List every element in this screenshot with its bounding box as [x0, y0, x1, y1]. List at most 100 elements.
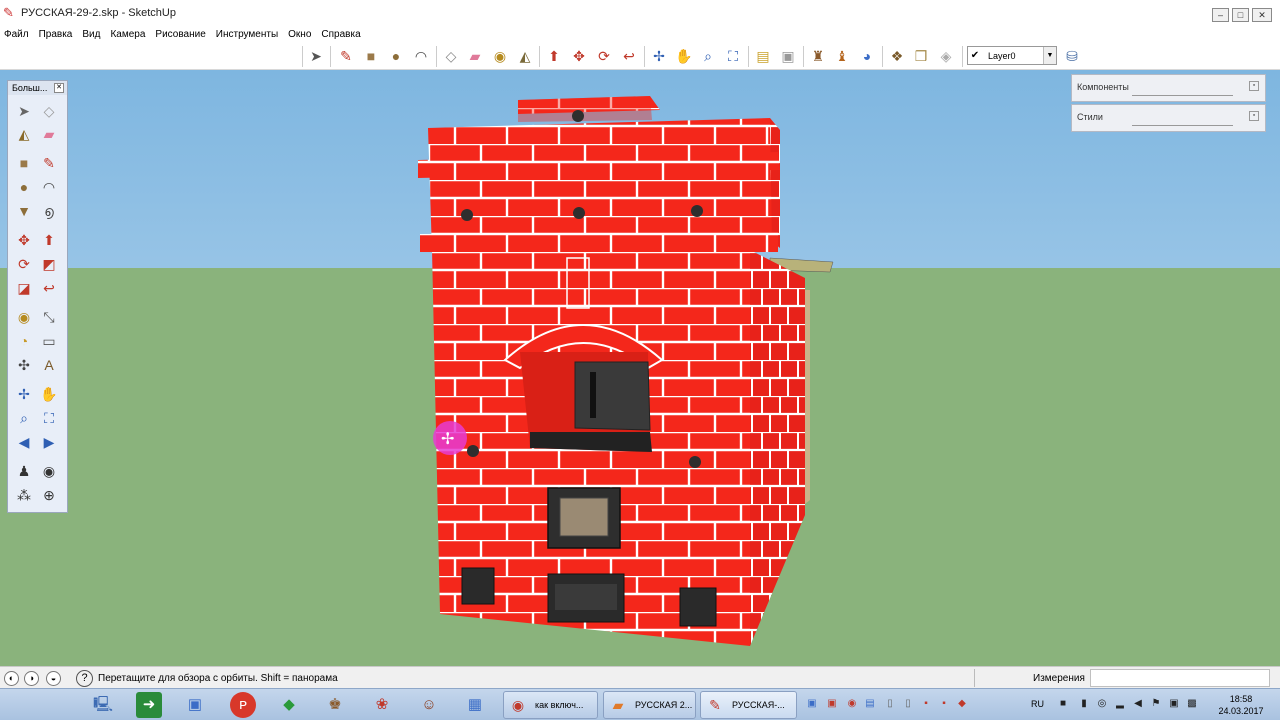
- get-models-icon[interactable]: ♜: [808, 46, 828, 66]
- credits-icon[interactable]: ◑: [24, 671, 39, 686]
- user-icon[interactable]: ◒: [46, 671, 61, 686]
- styles-panel[interactable]: Стили ▫: [1071, 104, 1266, 132]
- line-icon[interactable]: ✎: [39, 153, 59, 173]
- paint-bucket-icon[interactable]: ◭: [14, 124, 34, 144]
- display-icon[interactable]: ▣: [182, 692, 208, 718]
- maximize-button[interactable]: □: [1232, 8, 1249, 22]
- tray-app-icon[interactable]: ▣: [1168, 698, 1180, 710]
- tray-app-icon[interactable]: ▣: [826, 698, 838, 710]
- network-icon[interactable]: ▂: [1114, 698, 1126, 710]
- tray-app-icon[interactable]: ▯: [902, 698, 914, 710]
- recorder-icon[interactable]: ᴘ: [230, 692, 256, 718]
- extension-icon[interactable]: ◕: [857, 46, 877, 66]
- layers-icon[interactable]: ⛁: [1062, 46, 1082, 66]
- taskbar-item-folder[interactable]: ▰ РУССКАЯ 2...: [603, 691, 696, 719]
- scale-icon[interactable]: ◪: [14, 278, 34, 298]
- arc-icon[interactable]: ◠: [411, 46, 431, 66]
- look-around-icon[interactable]: ◉: [39, 461, 59, 481]
- menu-file[interactable]: Файл: [0, 29, 34, 40]
- axes-icon[interactable]: ✣: [14, 355, 34, 375]
- paint-bucket-icon[interactable]: ◭: [515, 46, 535, 66]
- arc-icon[interactable]: ◠: [39, 177, 59, 197]
- position-camera-icon[interactable]: ♟: [14, 461, 34, 481]
- section-plane-icon[interactable]: ⊕: [39, 485, 59, 505]
- walk-icon[interactable]: ⁂: [14, 485, 34, 505]
- model-viewport[interactable]: ✢: [0, 70, 1280, 666]
- follow-me-icon[interactable]: ◩: [39, 254, 59, 274]
- chevron-down-icon[interactable]: ▼: [1043, 47, 1056, 64]
- zoom-icon[interactable]: ⌕: [698, 46, 718, 66]
- clock[interactable]: 18:58 24.03.2017: [1213, 693, 1269, 717]
- move-icon[interactable]: ✥: [569, 46, 589, 66]
- sync-icon[interactable]: ◎: [1096, 698, 1108, 710]
- circle-icon[interactable]: ●: [386, 46, 406, 66]
- menu-view[interactable]: Вид: [77, 29, 105, 40]
- 3d-text-icon[interactable]: A: [39, 355, 59, 375]
- components-icon[interactable]: ♝: [832, 46, 852, 66]
- tray-app-icon[interactable]: ▯: [884, 698, 896, 710]
- menu-camera[interactable]: Камера: [105, 29, 150, 40]
- help-icon[interactable]: ?: [76, 670, 93, 687]
- zoom-window-icon[interactable]: ⛶: [39, 408, 59, 428]
- game-icon[interactable]: ♚: [322, 692, 348, 718]
- move-icon[interactable]: ✥: [14, 230, 34, 250]
- section-icon[interactable]: ◈: [936, 46, 956, 66]
- battery-icon[interactable]: ▮: [1078, 698, 1090, 710]
- offset-icon[interactable]: ↩: [39, 278, 59, 298]
- expand-icon[interactable]: ▫: [1249, 111, 1259, 121]
- push-pull-icon[interactable]: ⬆: [39, 230, 59, 250]
- tape-measure-icon[interactable]: ◉: [490, 46, 510, 66]
- eraser-icon[interactable]: ▰: [39, 124, 59, 144]
- offset-icon[interactable]: ↩: [619, 46, 639, 66]
- taskbar-item-browser[interactable]: ◉ как включ...: [503, 691, 598, 719]
- menu-tools[interactable]: Инструменты: [211, 29, 283, 40]
- menu-window[interactable]: Окно: [283, 29, 316, 40]
- share-model-icon[interactable]: ▣: [778, 46, 798, 66]
- tray-app-icon[interactable]: ▪: [920, 698, 932, 710]
- tray-app-icon[interactable]: ▪: [938, 698, 950, 710]
- scenes-icon[interactable]: ❒: [911, 46, 931, 66]
- previous-view-icon[interactable]: ◀: [14, 432, 34, 452]
- photo-app-icon[interactable]: ❀: [369, 692, 395, 718]
- make-component-icon[interactable]: ◇: [441, 46, 461, 66]
- tray-app-icon[interactable]: ▤: [864, 698, 876, 710]
- text-icon[interactable]: ▭: [39, 331, 59, 351]
- volume-icon[interactable]: ◀: [1132, 698, 1144, 710]
- menu-help[interactable]: Справка: [316, 29, 365, 40]
- calculator-icon[interactable]: ▦: [462, 692, 488, 718]
- tray-app-icon[interactable]: ▣: [806, 698, 818, 710]
- components-panel[interactable]: Компоненты ▫: [1071, 74, 1266, 102]
- computer-icon[interactable]: 🖳: [90, 692, 116, 718]
- expand-icon[interactable]: ▫: [1249, 81, 1259, 91]
- rectangle-icon[interactable]: ■: [14, 153, 34, 173]
- push-pull-icon[interactable]: ⬆: [544, 46, 564, 66]
- freehand-icon[interactable]: ൭: [39, 201, 59, 221]
- tray-app-icon[interactable]: ▩: [1186, 698, 1198, 710]
- protractor-icon[interactable]: ◔: [14, 331, 34, 351]
- zoom-extents-icon[interactable]: ⛶: [723, 46, 743, 66]
- next-view-icon[interactable]: ▶: [39, 432, 59, 452]
- language-indicator[interactable]: RU: [1031, 699, 1044, 709]
- chrome-like-icon[interactable]: ◆: [276, 692, 302, 718]
- zoom-icon[interactable]: ⌕: [14, 408, 34, 428]
- orbit-icon[interactable]: ✢: [14, 384, 34, 404]
- orbit-icon[interactable]: ✢: [649, 46, 669, 66]
- close-button[interactable]: ✕: [1252, 8, 1272, 22]
- circle-icon[interactable]: ●: [14, 177, 34, 197]
- taskbar-item-sketchup[interactable]: ✎ РУССКАЯ-...: [700, 691, 797, 719]
- rotate-icon[interactable]: ⟳: [594, 46, 614, 66]
- flag-icon[interactable]: ⚑: [1150, 698, 1162, 710]
- dimension-icon[interactable]: ⤡: [39, 307, 59, 327]
- arrow-app-icon[interactable]: ➜: [136, 692, 162, 718]
- make-component-icon[interactable]: ◇: [39, 101, 59, 121]
- select-icon[interactable]: ➤: [306, 46, 326, 66]
- warehouse-icon[interactable]: ▤: [753, 46, 773, 66]
- pan-icon[interactable]: ✋: [39, 384, 59, 404]
- menu-draw[interactable]: Рисование: [150, 29, 210, 40]
- geolocation-icon[interactable]: ◐: [4, 671, 19, 686]
- measurements-input[interactable]: [1090, 669, 1270, 687]
- tray-app-icon[interactable]: ◉: [846, 698, 858, 710]
- tape-measure-icon[interactable]: ◉: [14, 307, 34, 327]
- select-icon[interactable]: ➤: [14, 101, 34, 121]
- portrait-icon[interactable]: ☺: [416, 692, 442, 718]
